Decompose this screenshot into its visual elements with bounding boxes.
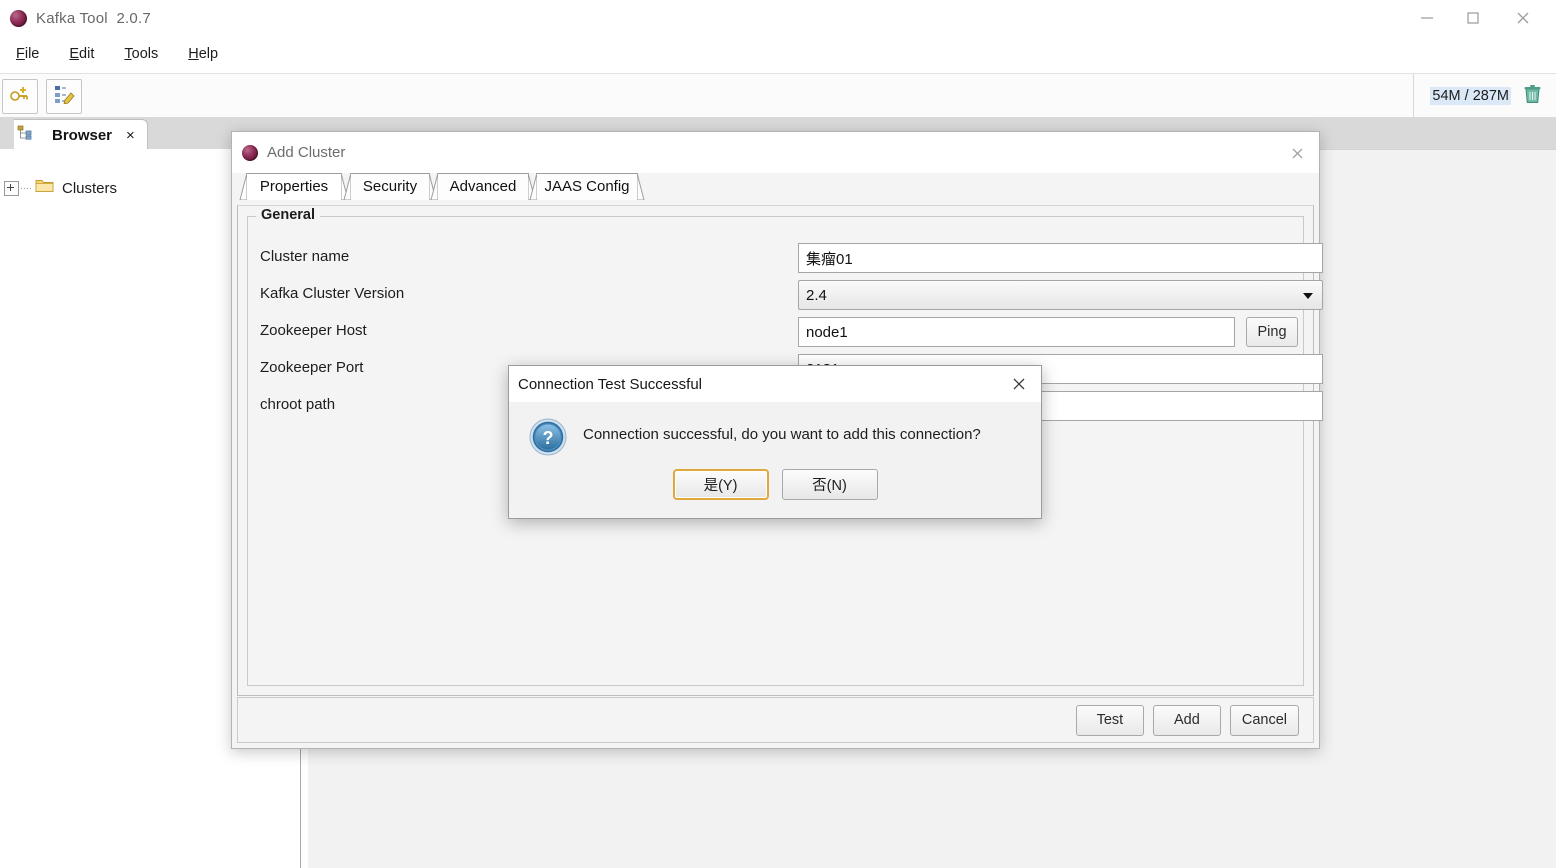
memory-indicator[interactable]: 54M / 287M (1413, 74, 1556, 118)
dialog-title-bar: Add Cluster (232, 132, 1319, 173)
tab-edge-left (342, 172, 352, 201)
toolbar: 54M / 287M (0, 73, 1556, 119)
minimize-icon[interactable] (1404, 0, 1450, 36)
tab-browser-label: Browser (52, 126, 113, 144)
close-icon[interactable] (1500, 0, 1546, 36)
dialog-close-icon[interactable] (1287, 143, 1307, 163)
cluster-name-label: Cluster name (260, 248, 350, 265)
kafka-version-label: Kafka Cluster Version (260, 285, 405, 302)
cancel-button[interactable]: Cancel (1229, 704, 1299, 736)
tab-security-label: Security (362, 178, 418, 195)
no-button[interactable]: 否(N) (781, 469, 878, 500)
trash-icon[interactable] (1523, 84, 1542, 109)
kafka-tool-icon (10, 9, 27, 27)
field-row-zookeeper-host: Zookeeper Host node1 Ping (260, 317, 1298, 347)
chroot-path-label: chroot path (260, 396, 336, 413)
tab-edge-right (636, 172, 646, 201)
menu-item-file[interactable]: File (2, 44, 53, 64)
tab-jaas-config[interactable]: JAAS Config (529, 172, 645, 201)
svg-text:?: ? (543, 428, 554, 448)
kafka-tool-icon (242, 144, 258, 161)
maximize-icon[interactable] (1450, 0, 1496, 36)
zookeeper-host-input[interactable]: node1 (798, 317, 1235, 347)
message-close-icon[interactable] (1009, 374, 1029, 394)
dialog-footer: Test Add Cancel (237, 697, 1314, 743)
add-cluster-button[interactable] (2, 79, 38, 114)
tab-edge-left (238, 172, 248, 201)
application-window: Kafka Tool 2.0.7 File Edit Tools Help 54… (0, 0, 1556, 868)
tab-browser[interactable]: Browser × (14, 119, 148, 150)
message-text: Connection successful, do you want to ad… (583, 426, 981, 443)
message-buttons: 是(Y) 否(N) (509, 469, 1041, 500)
tab-advanced-label: Advanced (449, 178, 517, 195)
tab-close-icon[interactable]: × (126, 128, 135, 143)
connection-test-dialog: Connection Test Successful ? Connection … (508, 365, 1042, 519)
tab-edge-left (429, 172, 439, 201)
browser-tree-icon (17, 125, 33, 145)
kafka-version-value: 2.4 (806, 286, 827, 304)
expand-plus-icon[interactable] (4, 180, 19, 196)
memory-usage-text: 54M / 287M (1430, 87, 1511, 105)
tab-edge-left (528, 172, 538, 201)
dialog-tab-bar: Properties Security Advanced JAAS Config (238, 172, 1319, 201)
title-bar: Kafka Tool 2.0.7 (0, 0, 1556, 36)
tab-jaas-config-label: JAAS Config (544, 178, 630, 195)
tab-properties-label: Properties (259, 178, 329, 195)
tab-properties[interactable]: Properties (239, 172, 349, 201)
dialog-title: Add Cluster (267, 144, 346, 161)
test-button[interactable]: Test (1075, 704, 1144, 736)
menu-item-help[interactable]: Help (174, 44, 232, 64)
edit-cluster-button[interactable] (46, 79, 82, 114)
message-content: ? Connection successful, do you want to … (509, 402, 1041, 518)
tree-connector (21, 187, 33, 189)
question-circle-icon: ? (529, 418, 567, 461)
folder-icon (35, 178, 54, 198)
menu-item-edit[interactable]: Edit (55, 44, 108, 64)
chevron-down-icon (1303, 293, 1313, 299)
tree-node-label: Clusters (62, 179, 118, 197)
no-button-label: 否(N) (812, 478, 847, 494)
window-title: Kafka Tool 2.0.7 (36, 9, 151, 27)
kafka-version-select[interactable]: 2.4 (798, 280, 1323, 310)
field-row-cluster-name: Cluster name 集瘤01 (260, 243, 1323, 273)
general-group-title: General (256, 207, 320, 223)
add-button[interactable]: Add (1152, 704, 1221, 736)
yes-button[interactable]: 是(Y) (672, 469, 769, 500)
zookeeper-host-label: Zookeeper Host (260, 322, 367, 339)
message-title: Connection Test Successful (518, 375, 702, 393)
key-add-icon (9, 84, 31, 109)
message-title-bar: Connection Test Successful (509, 366, 1041, 403)
zookeeper-port-label: Zookeeper Port (260, 359, 364, 376)
cluster-name-input[interactable]: 集瘤01 (798, 243, 1323, 273)
yes-button-label: 是(Y) (703, 478, 738, 494)
tab-security[interactable]: Security (343, 172, 437, 201)
ping-button[interactable]: Ping (1246, 317, 1298, 347)
field-row-kafka-version: Kafka Cluster Version 2.4 (260, 280, 1323, 310)
tree-edit-icon (53, 84, 75, 109)
menu-item-tools[interactable]: Tools (110, 44, 172, 64)
menu-bar: File Edit Tools Help (0, 36, 1556, 72)
tab-advanced[interactable]: Advanced (430, 172, 536, 201)
